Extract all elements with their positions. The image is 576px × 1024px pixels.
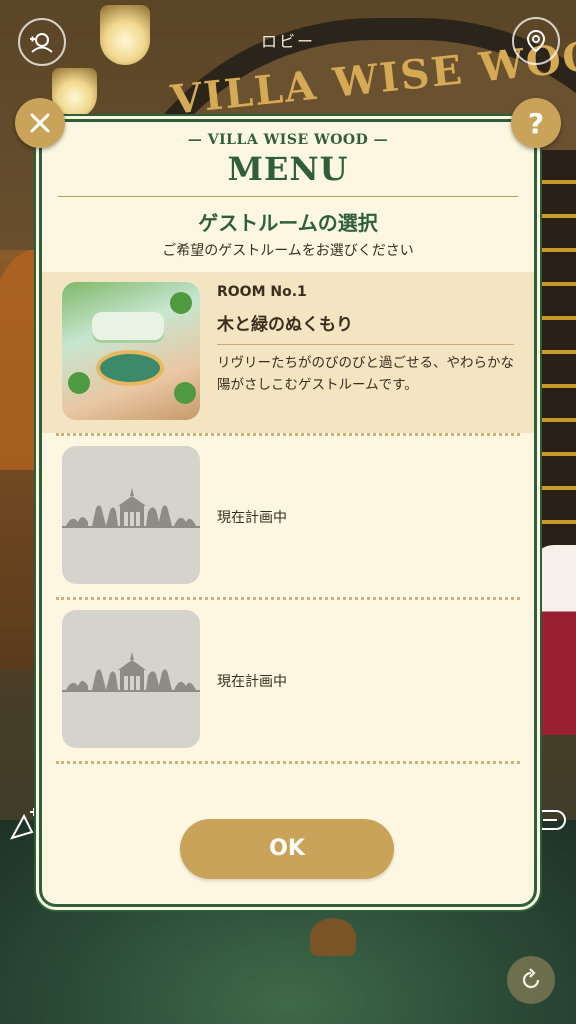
stool-decoration	[310, 918, 356, 956]
section-subtitle: ご希望のゲストルームをお選びください	[162, 243, 414, 259]
sofa-illustration	[92, 312, 164, 340]
decorate-button[interactable]	[6, 800, 46, 844]
plant-illustration	[170, 292, 192, 314]
room-thumbnail	[62, 282, 200, 420]
room-option-2[interactable]: 現在計画中	[42, 436, 534, 597]
room-option-3[interactable]: 現在計画中	[42, 600, 534, 761]
map-button[interactable]	[512, 17, 560, 65]
rug-illustration	[100, 354, 160, 382]
room-name: 木と緑のぬくもり	[217, 315, 353, 335]
ok-button[interactable]: OK	[180, 819, 394, 879]
refresh-button[interactable]	[507, 956, 555, 1004]
wand-icon	[9, 808, 38, 840]
plant-illustration	[68, 372, 90, 394]
room-placeholder-thumbnail	[62, 610, 200, 748]
room-option-1[interactable]: ROOM No.1 木と緑のぬくもり リヴリーたちがのびのびと過ごせる、やわらか…	[42, 272, 534, 433]
help-button[interactable]: ?	[511, 98, 561, 148]
guest-room-menu-dialog: — VILLA WISE WOOD — MENU ゲストルームの選択 ご希望のゲ…	[42, 122, 534, 904]
brand-label: — VILLA WISE WOOD —	[187, 132, 389, 148]
room-placeholder-thumbnail	[62, 446, 200, 584]
close-button[interactable]	[15, 98, 65, 148]
chat-button[interactable]	[530, 800, 570, 844]
bookshelf-decoration	[535, 150, 576, 570]
room-status: 現在計画中	[217, 510, 287, 526]
dialog-header: — VILLA WISE WOOD — MENU	[42, 122, 534, 188]
room-status: 現在計画中	[217, 674, 287, 690]
dialog-title: MENU	[227, 150, 349, 188]
room-description: リヴリーたちがのびのびと過ごせる、やわらかな陽がさしこむゲストルームです。	[217, 355, 514, 393]
refresh-icon	[522, 968, 540, 989]
room-divider	[217, 344, 514, 345]
section-title: ゲストルームの選択	[198, 211, 378, 235]
friends-icon	[30, 33, 53, 53]
dotted-divider	[56, 761, 520, 764]
chat-icon	[534, 810, 566, 830]
location-pin-icon	[526, 29, 546, 53]
character-sprite	[532, 545, 576, 735]
location-label: ロビー	[260, 32, 315, 51]
help-icon: ?	[527, 106, 545, 140]
close-icon	[30, 113, 50, 133]
header-divider	[58, 196, 518, 197]
room-number: ROOM No.1	[217, 284, 307, 300]
friends-button[interactable]	[18, 18, 66, 66]
villa-silhouette-icon	[62, 488, 200, 528]
plant-illustration	[174, 382, 196, 404]
villa-silhouette-icon	[62, 652, 200, 692]
